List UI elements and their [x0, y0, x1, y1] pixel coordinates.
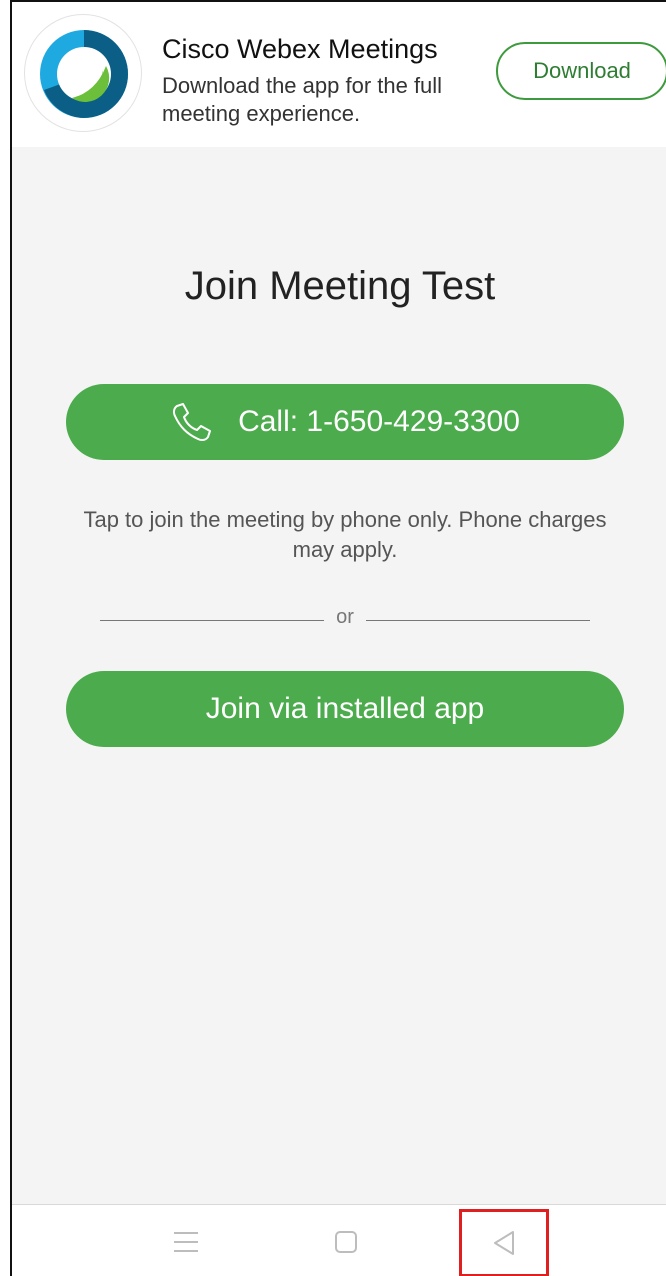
back-icon[interactable]: [459, 1209, 549, 1276]
app-frame: Cisco Webex Meetings Download the app fo…: [10, 0, 666, 1276]
home-icon[interactable]: [310, 1205, 382, 1276]
call-button[interactable]: Call: 1-650-429-3300: [66, 384, 624, 460]
banner-app-name: Cisco Webex Meetings: [162, 34, 438, 64]
call-button-label: Call: 1-650-429-3300: [238, 405, 520, 438]
divider-text: or: [336, 606, 354, 628]
divider-line-left: [100, 620, 325, 621]
system-navigation-bar: [12, 1204, 666, 1276]
or-divider: or: [100, 606, 591, 629]
banner-description: Download the app for the full meeting ex…: [162, 73, 443, 126]
phone-charges-note: Tap to join the meeting by phone only. P…: [83, 507, 607, 562]
divider-line-right: [365, 620, 591, 621]
download-button[interactable]: Download: [496, 42, 666, 100]
phone-icon: [170, 400, 214, 444]
app-download-banner: Cisco Webex Meetings Download the app fo…: [12, 2, 666, 147]
webex-logo-icon: [24, 14, 142, 132]
join-via-app-button[interactable]: Join via installed app: [66, 671, 624, 747]
menu-icon[interactable]: [150, 1205, 222, 1276]
page-title: Join Meeting Test: [184, 264, 496, 308]
